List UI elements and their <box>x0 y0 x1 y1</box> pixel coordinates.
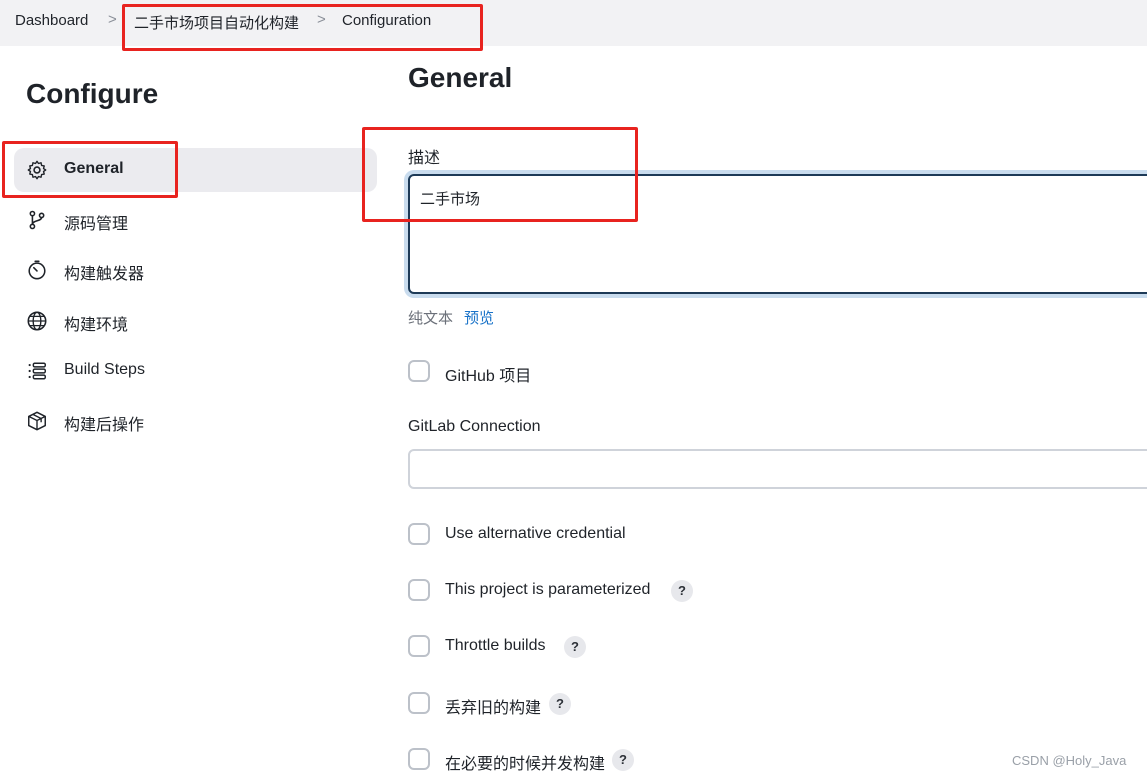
throttle-builds-label: Throttle builds <box>445 637 546 654</box>
globe-icon <box>27 311 47 331</box>
sidebar-item-label: General <box>64 160 124 177</box>
alternative-credential-checkbox[interactable] <box>408 523 430 545</box>
preview-link[interactable]: 预览 <box>464 307 494 328</box>
sidebar-item-triggers[interactable]: 构建触发器 <box>14 248 377 292</box>
description-value: 二手市场 <box>420 191 481 208</box>
parameterized-label: This project is parameterized <box>445 581 651 598</box>
discard-old-builds-checkbox[interactable] <box>408 692 430 714</box>
throttle-builds-checkbox[interactable] <box>408 635 430 657</box>
package-icon <box>28 411 46 431</box>
sidebar-item-label: 源码管理 <box>64 216 129 233</box>
timer-icon <box>28 260 46 280</box>
parameterized-checkbox[interactable] <box>408 579 430 601</box>
concurrent-builds-checkbox[interactable] <box>408 748 430 770</box>
concurrent-builds-label: 在必要的时候并发构建 <box>445 756 606 773</box>
github-project-checkbox[interactable] <box>408 360 430 382</box>
parameterized-option[interactable]: This project is parameterized ? <box>408 579 708 605</box>
sidebar-item-label: 构建后操作 <box>64 417 145 434</box>
sidebar-item-label: 构建环境 <box>64 317 129 334</box>
branch-icon <box>29 210 45 230</box>
sidebar-item-source[interactable]: 源码管理 <box>14 198 377 242</box>
github-project-option[interactable]: GitHub 项目 <box>408 360 608 386</box>
sidebar-item-general[interactable]: General <box>14 148 377 192</box>
description-label: 描述 <box>408 150 441 167</box>
breadcrumb-separator-icon: > <box>108 11 117 28</box>
alternative-credential-label: Use alternative credential <box>445 525 626 542</box>
breadcrumb-project[interactable]: 二手市场项目自动化构建 <box>134 12 299 33</box>
help-icon[interactable]: ? <box>564 636 586 658</box>
sidebar-item-environment[interactable]: 构建环境 <box>14 299 377 343</box>
sidebar-title: Configure <box>26 78 159 109</box>
help-icon[interactable]: ? <box>549 693 571 715</box>
concurrent-builds-option[interactable]: 在必要的时候并发构建 ? <box>408 748 668 774</box>
gear-icon <box>27 160 47 180</box>
section-title: General <box>408 62 513 93</box>
breadcrumb: Dashboard > 二手市场项目自动化构建 > Configuration <box>0 0 1147 46</box>
description-textarea[interactable]: 二手市场 <box>408 174 1147 294</box>
gitlab-connection-input[interactable] <box>408 449 1147 489</box>
github-project-label: GitHub 项目 <box>445 368 532 385</box>
sidebar-item-build-steps[interactable]: Build Steps <box>14 349 377 393</box>
breadcrumb-configuration: Configuration <box>342 12 432 29</box>
gitlab-connection-label: GitLab Connection <box>408 418 541 435</box>
watermark: CSDN @Holy_Java <box>1012 753 1127 768</box>
sidebar-item-label: Build Steps <box>64 361 145 378</box>
breadcrumb-dashboard[interactable]: Dashboard <box>15 12 88 29</box>
alternative-credential-option[interactable]: Use alternative credential <box>408 523 708 549</box>
sidebar-item-label: 构建触发器 <box>64 266 145 283</box>
breadcrumb-separator-icon: > <box>317 11 326 28</box>
discard-old-builds-option[interactable]: 丢弃旧的构建 ? <box>408 692 608 718</box>
help-icon[interactable]: ? <box>671 580 693 602</box>
throttle-builds-option[interactable]: Throttle builds ? <box>408 635 608 661</box>
plain-text-label: 纯文本 <box>408 310 454 327</box>
help-icon[interactable]: ? <box>612 749 634 771</box>
list-icon <box>28 362 46 380</box>
discard-old-builds-label: 丢弃旧的构建 <box>445 700 542 717</box>
sidebar-item-post-build[interactable]: 构建后操作 <box>14 399 377 443</box>
